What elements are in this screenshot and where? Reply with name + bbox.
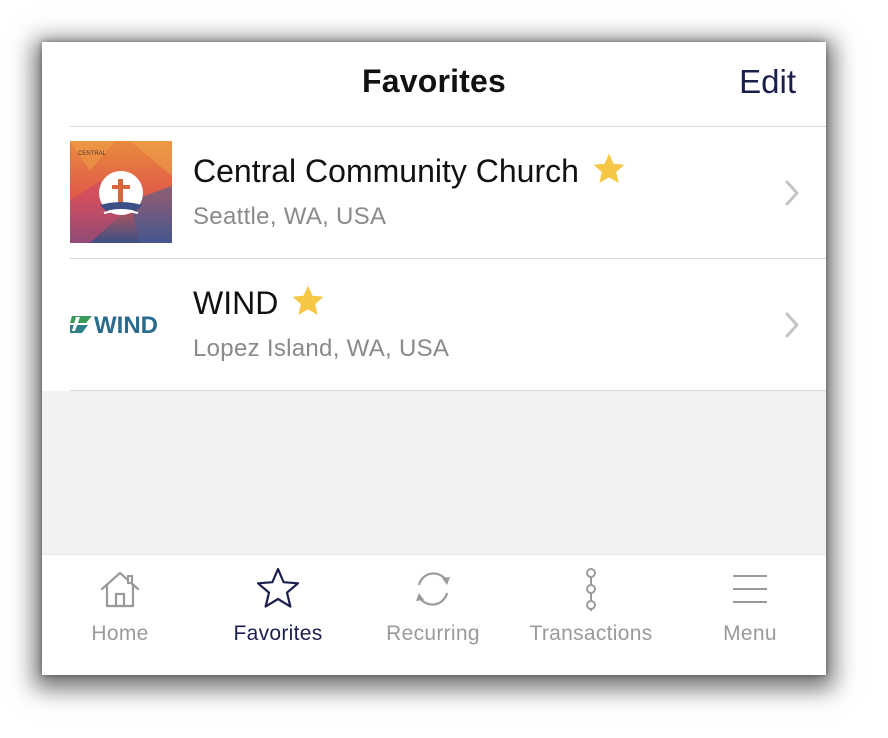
navigation-bar: Favorites Edit [42,42,826,126]
transactions-icon [586,568,596,611]
favorite-location: Seattle, WA, USA [193,203,387,230]
svg-text:WIND: WIND [94,312,158,339]
star-icon [256,567,300,608]
tab-label: Menu [723,622,777,645]
tab-menu[interactable]: Menu [672,555,826,675]
tab-recurring[interactable]: Recurring [355,555,511,675]
tab-home[interactable]: Home [42,555,198,675]
chevron-right-icon [785,312,799,338]
edit-button[interactable]: Edit [739,63,796,101]
home-icon [100,571,140,608]
chevron-right-icon [785,180,799,206]
star-icon [593,153,625,183]
church-cross-logo: CENTRAL [70,141,172,243]
tab-favorites[interactable]: Favorites [200,555,356,675]
svg-text:CENTRAL: CENTRAL [78,151,107,157]
tab-transactions[interactable]: Transactions [513,555,669,675]
menu-icon [733,575,767,603]
favorite-title-line: WIND [193,285,326,322]
tab-bar: Home Favorites Recurring Transactions Me… [42,554,826,675]
tab-label: Transactions [529,622,653,645]
wind-logo: WIND [70,273,172,375]
favorite-location: Lopez Island, WA, USA [193,335,450,362]
tab-label: Recurring [386,622,480,645]
tab-label: Home [91,622,149,645]
tab-label: Favorites [233,622,323,645]
favorite-row-central-community-church[interactable]: CENTRAL Central Community Church Seattle… [70,126,826,258]
page-title: Favorites [361,63,507,99]
app-window: Favorites Edit CENTRAL Central Community… [42,42,826,675]
favorites-list: CENTRAL Central Community Church Seattle… [42,126,826,391]
favorite-title-line: Central Community Church [193,153,627,190]
favorite-row-wind[interactable]: WIND WIND Lopez Island, WA, USA [70,258,826,391]
recurring-icon [416,572,450,606]
star-icon [292,285,324,315]
favorite-name: WIND [193,285,279,321]
favorite-name: Central Community Church [193,153,579,189]
